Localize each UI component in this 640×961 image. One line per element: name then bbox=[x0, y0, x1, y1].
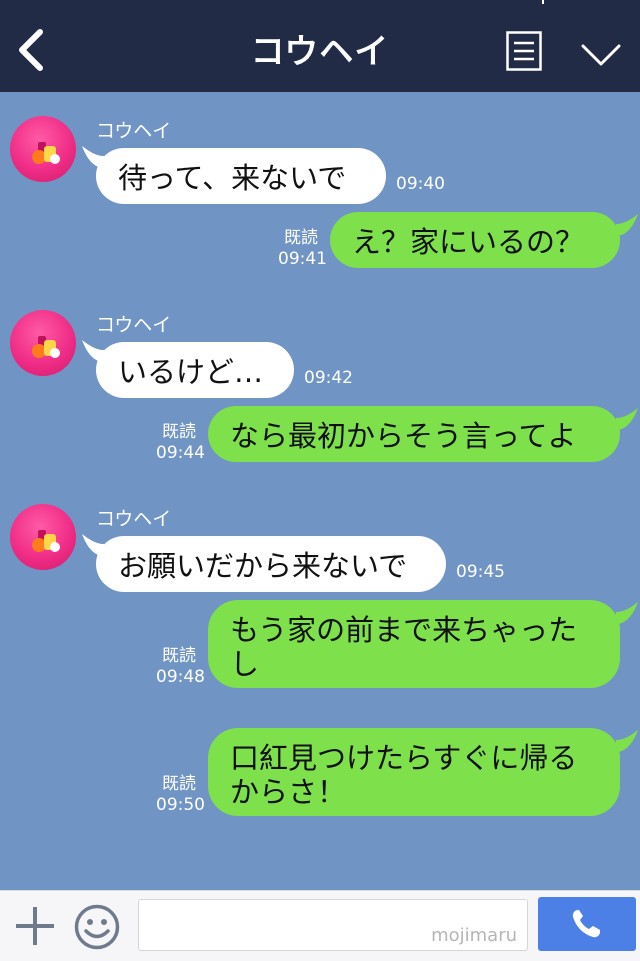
message-time: 09:42 bbox=[304, 368, 353, 388]
sender-name: コウヘイ bbox=[96, 314, 172, 336]
smile-icon[interactable] bbox=[74, 904, 120, 950]
message-time: 09:40 bbox=[396, 174, 445, 194]
read-receipt: 既読 09:41 bbox=[278, 228, 327, 270]
contact-avatar[interactable] bbox=[10, 116, 76, 182]
read-status: 既読 bbox=[162, 774, 196, 794]
read-status: 既読 bbox=[162, 646, 196, 666]
message-time: 09:50 bbox=[156, 795, 205, 815]
message-bubble-outgoing[interactable]: え？家にいるの？ bbox=[330, 212, 620, 268]
read-receipt: 既読 09:44 bbox=[156, 422, 205, 464]
chevron-down-icon[interactable] bbox=[580, 42, 622, 68]
read-status: 既読 bbox=[284, 228, 318, 248]
bubble-tail bbox=[616, 214, 638, 236]
contact-avatar[interactable] bbox=[10, 504, 76, 570]
message-bubble-incoming[interactable]: いるけど… bbox=[96, 342, 294, 398]
message-bubble-incoming[interactable]: お願いだから来ないで bbox=[96, 536, 446, 592]
message-bubble-outgoing[interactable]: 口紅見つけたらすぐに帰るからさ！ bbox=[208, 728, 620, 816]
message-input[interactable]: mojimaru bbox=[138, 899, 528, 951]
message-bubble-outgoing[interactable]: もう家の前まで来ちゃったし bbox=[208, 600, 620, 688]
chat-title: コウヘイ bbox=[250, 32, 390, 72]
phone-icon bbox=[572, 910, 600, 938]
bubble-tail bbox=[616, 602, 638, 624]
message-bubble-outgoing[interactable]: なら最初からそう言ってよ bbox=[208, 406, 620, 462]
message-time: 09:48 bbox=[156, 667, 205, 687]
read-status: 既読 bbox=[162, 422, 196, 442]
plus-icon[interactable] bbox=[14, 905, 56, 947]
read-receipt: 既読 09:50 bbox=[156, 774, 205, 816]
message-composer: mojimaru bbox=[0, 890, 640, 961]
bubble-tail bbox=[616, 408, 638, 430]
chat-header: コウヘイ bbox=[0, 0, 640, 92]
call-button[interactable] bbox=[538, 897, 636, 951]
watermark: mojimaru bbox=[431, 925, 517, 946]
sender-name: コウヘイ bbox=[96, 120, 172, 142]
read-receipt: 既読 09:48 bbox=[156, 646, 205, 688]
message-time: 09:45 bbox=[456, 562, 505, 582]
menu-list-icon[interactable] bbox=[506, 31, 542, 71]
sender-name: コウヘイ bbox=[96, 508, 172, 530]
message-time: 09:44 bbox=[156, 443, 205, 463]
status-mark bbox=[542, 0, 544, 4]
message-bubble-incoming[interactable]: 待って、来ないで bbox=[96, 148, 386, 204]
message-time: 09:41 bbox=[278, 249, 327, 269]
bubble-tail bbox=[616, 730, 638, 752]
contact-avatar[interactable] bbox=[10, 310, 76, 376]
